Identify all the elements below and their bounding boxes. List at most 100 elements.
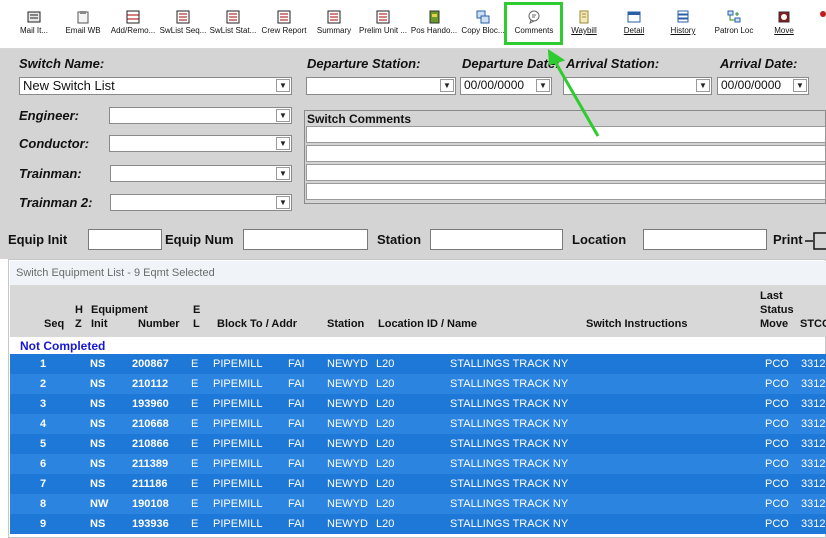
chevron-down-icon[interactable]: ▼ xyxy=(276,137,290,150)
swlist-stat-button[interactable]: SwList Stat... xyxy=(208,4,258,46)
table-row[interactable]: 9 NS 193936 E PIPEMILL FAI NEWYD L20 STALLINGS T… xyxy=(10,514,826,534)
move-button[interactable]: Move xyxy=(762,4,806,46)
departure-station-label: Departure Station: xyxy=(307,56,421,71)
waybill-button[interactable]: Waybill xyxy=(562,4,606,46)
crew-report-button[interactable]: Crew Report xyxy=(259,4,309,46)
cell-loc: L20 xyxy=(376,458,395,470)
cell-addr: FAI xyxy=(288,438,305,450)
location-input[interactable] xyxy=(643,229,767,250)
col-location[interactable]: Location ID / Name xyxy=(378,318,477,330)
table-row[interactable]: 5 NS 210866 E PIPEMILL FAI NEWYD L20 STALLINGS T… xyxy=(10,434,826,454)
engineer-combo[interactable]: ▼ xyxy=(109,107,292,124)
chevron-down-icon[interactable]: ▼ xyxy=(440,79,454,92)
chevron-down-icon[interactable]: ▼ xyxy=(276,167,290,180)
swlist-seq-button[interactable]: SwList Seq... xyxy=(159,4,207,46)
switch-name-combo[interactable]: New Switch List ▼ xyxy=(19,77,292,95)
col-last[interactable]: Last xyxy=(760,290,783,302)
cell-name: STALLINGS TRACK NY xyxy=(450,418,569,430)
cell-station: NEWYD xyxy=(327,458,368,470)
table-row[interactable]: 6 NS 211389 E PIPEMILL FAI NEWYD L20 STALLINGS T… xyxy=(10,454,826,474)
cell-stcc: 3312 xyxy=(801,358,826,370)
table-row[interactable]: 8 NW 190108 E PIPEMILL FAI NEWYD L20 STALLINGS T… xyxy=(10,494,826,514)
table-row[interactable]: 1 NS 200867 E PIPEMILL FAI NEWYD L20 STALLINGS T… xyxy=(10,354,826,374)
col-station[interactable]: Station xyxy=(327,318,364,330)
window-icon xyxy=(627,11,641,23)
history-label: History xyxy=(670,26,696,35)
print-toggle-icon[interactable] xyxy=(805,232,826,250)
col-h[interactable]: H xyxy=(75,304,83,316)
summary-button[interactable]: Summary xyxy=(312,4,356,46)
col-equipment[interactable]: Equipment xyxy=(91,304,148,316)
cell-stcc: 3312 xyxy=(801,438,826,450)
table-row[interactable]: 2 NS 210112 E PIPEMILL FAI NEWYD L20 STALLINGS T… xyxy=(10,374,826,394)
chevron-down-icon[interactable]: ▼ xyxy=(536,79,550,92)
col-instructions[interactable]: Switch Instructions xyxy=(586,318,687,330)
patron-loc-button[interactable]: Patron Loc xyxy=(710,4,758,46)
col-number[interactable]: Number xyxy=(138,318,180,330)
departure-date-label: Departure Date: xyxy=(462,56,560,71)
cell-el: E xyxy=(191,498,199,510)
cell-init: NS xyxy=(90,358,106,370)
comments-highlight xyxy=(504,2,563,45)
col-move[interactable]: Move xyxy=(760,318,788,330)
trainman2-combo[interactable]: ▼ xyxy=(110,194,292,211)
col-z[interactable]: Z xyxy=(75,318,82,330)
history-button[interactable]: History xyxy=(661,4,705,46)
arrival-date-field[interactable]: 00/00/0000 ▼ xyxy=(717,77,809,95)
comment-line-2[interactable] xyxy=(306,145,826,162)
mail-it-button[interactable]: Mail It... xyxy=(14,4,54,46)
add-remove-button[interactable]: Add/Remo... xyxy=(108,4,158,46)
chevron-down-icon[interactable]: ▼ xyxy=(276,79,290,92)
cell-el: E xyxy=(191,518,199,530)
col-init[interactable]: Init xyxy=(91,318,108,330)
cell-stcc: 3312 xyxy=(801,398,826,410)
trainman-combo[interactable]: ▼ xyxy=(110,165,292,182)
copy-block-label: Copy Bloc... xyxy=(461,26,505,35)
detail-label: Detail xyxy=(623,26,645,35)
email-wb-button[interactable]: Email WB xyxy=(62,4,104,46)
cell-name: STALLINGS TRACK NY xyxy=(450,498,569,510)
cell-init: NS xyxy=(90,458,106,470)
col-e[interactable]: E xyxy=(193,304,200,316)
cell-station: NEWYD xyxy=(327,438,368,450)
table-row[interactable]: 3 NS 193960 E PIPEMILL FAI NEWYD L20 STALLINGS T… xyxy=(10,394,826,414)
swlist-seq-label: SwList Seq... xyxy=(159,26,207,35)
detail-button[interactable]: Detail xyxy=(612,4,656,46)
col-status[interactable]: Status xyxy=(760,304,794,316)
chevron-down-icon[interactable]: ▼ xyxy=(276,109,290,122)
equip-num-input[interactable] xyxy=(243,229,368,250)
cell-move: PCO xyxy=(765,358,789,370)
grid-icon xyxy=(126,10,140,24)
move-icon xyxy=(778,11,790,23)
cell-el: E xyxy=(191,378,199,390)
arrival-station-combo[interactable]: ▼ xyxy=(563,77,712,95)
scroll-icon xyxy=(579,10,589,24)
comment-line-1[interactable] xyxy=(306,126,826,143)
departure-station-combo[interactable]: ▼ xyxy=(306,77,456,95)
chevron-down-icon[interactable]: ▼ xyxy=(793,79,807,92)
departure-date-field[interactable]: 00/00/0000 ▼ xyxy=(460,77,552,95)
cell-init: NS xyxy=(90,398,106,410)
cell-station: NEWYD xyxy=(327,478,368,490)
equip-init-input[interactable] xyxy=(88,229,162,250)
comment-line-4[interactable] xyxy=(306,183,826,200)
chevron-down-icon[interactable]: ▼ xyxy=(276,196,290,209)
col-stcc[interactable]: STCC xyxy=(800,318,826,330)
chevron-down-icon[interactable]: ▼ xyxy=(696,79,710,92)
overflow-icon[interactable] xyxy=(816,10,826,24)
cell-number: 210112 xyxy=(132,378,169,390)
table-row[interactable]: 4 NS 210668 E PIPEMILL FAI NEWYD L20 STALLINGS T… xyxy=(10,414,826,434)
col-l[interactable]: L xyxy=(193,318,200,330)
col-block-to[interactable]: Block To / Addr xyxy=(217,318,297,330)
station-input[interactable] xyxy=(430,229,563,250)
copy-block-button[interactable]: Copy Bloc... xyxy=(460,4,506,46)
comment-line-3[interactable] xyxy=(306,164,826,181)
cell-name: STALLINGS TRACK NY xyxy=(450,398,569,410)
pos-handoff-button[interactable]: Pos Hando... xyxy=(409,4,459,46)
cell-addr: FAI xyxy=(288,398,305,410)
conductor-combo[interactable]: ▼ xyxy=(109,135,292,152)
prelim-unit-button[interactable]: Prelim Unit ... xyxy=(358,4,408,46)
col-seq[interactable]: Seq xyxy=(44,318,64,330)
table-row[interactable]: 7 NS 211186 E PIPEMILL FAI NEWYD L20 STALLINGS T… xyxy=(10,474,826,494)
cell-block: PIPEMILL xyxy=(213,498,263,510)
